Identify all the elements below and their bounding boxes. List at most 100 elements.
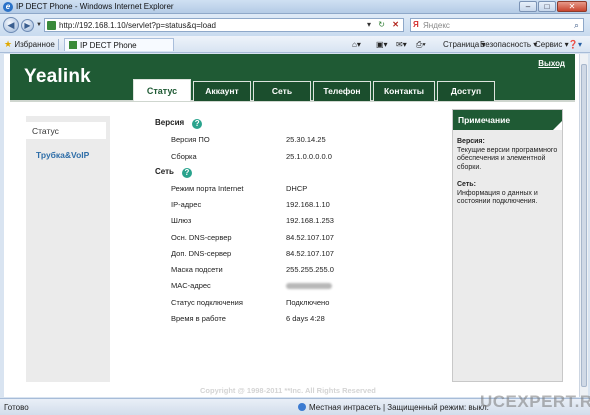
copyright-text: Copyright @ 1998-2011 **Inc. All Rights … <box>200 386 376 395</box>
note-body: Версия: Текущие версии программного обес… <box>457 138 561 207</box>
refresh-icon[interactable]: ↻ <box>378 20 385 29</box>
uptime-label: Время в работе <box>171 314 226 323</box>
star-icon: ★ <box>4 39 13 49</box>
help-icon[interactable]: ? <box>181 168 192 178</box>
primary-dns-label: Осн. DNS-сервер <box>171 233 232 242</box>
tab-account[interactable]: Аккаунт <box>193 81 251 101</box>
port-mode-label: Режим порта Internet <box>171 184 244 193</box>
window-controls: – □ ✕ <box>519 1 587 12</box>
tools-menu-label: Сервис <box>535 40 563 49</box>
close-icon[interactable]: ✕ <box>557 1 587 12</box>
ip-address-label: IP-адрес <box>171 200 202 209</box>
page-favicon-icon <box>47 21 56 30</box>
redacted-mac <box>286 283 332 290</box>
yealink-header: Yealink Выход Статус Аккаунт Сеть Телефо… <box>10 54 575 102</box>
vertical-scrollbar[interactable] <box>579 54 588 397</box>
scrollbar-thumb[interactable] <box>581 64 587 387</box>
separator <box>58 39 59 50</box>
tab-contacts[interactable]: Контакты <box>373 81 435 101</box>
security-zone-text: Местная интрасеть | Защищенный режим: вы… <box>309 403 489 412</box>
mac-address-label: MAC-адрес <box>171 281 211 290</box>
address-toolbar: ◀ ▶ ▼ http://192.168.1.10/servlet?p=stat… <box>0 14 590 36</box>
ie-logo-icon: e <box>3 2 13 12</box>
window-title: IP DECT Phone - Windows Internet Explore… <box>16 2 174 11</box>
forward-button[interactable]: ▶ <box>21 19 34 32</box>
print-icon[interactable]: ⎙▾ <box>416 40 426 50</box>
favorites-bar: ★ Избранное IP DECT Phone ⌂▾ ▣▾ ✉▾ ⎙▾ Ст… <box>0 36 590 53</box>
network-section-title: Сеть? <box>155 167 192 178</box>
help-icon[interactable]: ❓▾ <box>568 40 582 49</box>
tab-status[interactable]: Статус <box>133 79 191 101</box>
favorites-label: Избранное <box>14 40 55 49</box>
build-label: Сборка <box>171 152 197 161</box>
connection-status-value: Подключено <box>286 298 330 307</box>
build-value: 25.1.0.0.0.0.0 <box>286 152 332 161</box>
globe-icon <box>298 403 306 411</box>
tools-menu-button[interactable]: Сервис ▾ <box>535 40 569 49</box>
forward-arrow-icon: ▶ <box>24 21 31 30</box>
status-content: Версия? Версия ПО 25.30.14.25 Сборка 25.… <box>144 116 444 386</box>
favorites-button[interactable]: ★ Избранное <box>4 39 55 50</box>
help-icon[interactable]: ? <box>192 119 203 129</box>
gateway-label: Шлюз <box>171 216 192 225</box>
address-bar[interactable]: http://192.168.1.10/servlet?p=status&q=l… <box>44 18 404 32</box>
left-sidebar: Статус Трубка&VoIP <box>26 116 110 382</box>
security-zone[interactable]: Местная интрасеть | Защищенный режим: вы… <box>298 403 489 412</box>
yandex-logo-icon: Я <box>413 20 419 29</box>
minimize-icon[interactable]: – <box>519 1 537 12</box>
tab-access[interactable]: Доступ <box>437 81 495 101</box>
search-icon[interactable]: ⌕ <box>574 20 579 31</box>
mail-icon[interactable]: ✉▾ <box>396 40 407 49</box>
search-box[interactable]: Я Яндекс ⌕ <box>410 18 584 32</box>
page-menu-label: Страница <box>443 40 480 49</box>
logout-link[interactable]: Выход <box>538 59 565 68</box>
subnet-mask-label: Маска подсети <box>171 265 223 274</box>
version-title-text: Версия <box>155 118 185 127</box>
sidebar-item-status[interactable]: Статус <box>26 122 106 139</box>
port-mode-value: DHCP <box>286 184 308 193</box>
feeds-icon[interactable]: ▣▾ <box>376 40 388 49</box>
address-url[interactable]: http://192.168.1.10/servlet?p=status&q=l… <box>59 21 216 30</box>
window-title-bar: e IP DECT Phone - Windows Internet Explo… <box>0 0 590 14</box>
back-arrow-icon: ◀ <box>7 20 15 30</box>
note-panel: Примечание Версия: Текущие версии програ… <box>452 109 563 382</box>
search-placeholder[interactable]: Яндекс <box>423 21 450 30</box>
gateway-value: 192.168.1.253 <box>286 216 334 225</box>
subnet-mask-value: 255.255.255.0 <box>286 265 334 274</box>
uptime-value: 6 days 4:28 <box>286 314 325 323</box>
watermark: UCEXPERT.RU <box>480 392 590 411</box>
ip-address-value: 192.168.1.10 <box>286 200 330 209</box>
stop-icon[interactable]: ✕ <box>392 20 399 29</box>
secondary-dns-label: Доп. DNS-сервер <box>171 249 232 258</box>
browser-tab[interactable]: IP DECT Phone <box>64 38 174 51</box>
home-icon[interactable]: ⌂▾ <box>352 40 361 49</box>
note-header: Примечание <box>453 110 562 130</box>
safety-menu-button[interactable]: Безопасность ▾ <box>480 40 537 49</box>
note-title: Примечание <box>458 115 511 125</box>
maximize-icon[interactable]: □ <box>538 1 556 12</box>
secondary-dns-value: 84.52.107.107 <box>286 249 334 258</box>
firmware-value: 25.30.14.25 <box>286 135 326 144</box>
tab-network[interactable]: Сеть <box>253 81 311 101</box>
history-dropdown-icon[interactable]: ▼ <box>36 22 42 28</box>
status-text: Готово <box>4 403 29 412</box>
firmware-label: Версия ПО <box>171 135 210 144</box>
tab-favicon-icon <box>69 41 77 49</box>
tab-phone[interactable]: Телефон <box>313 81 371 101</box>
mac-address-value-blurred <box>286 281 332 290</box>
note-network-title: Сеть: <box>457 181 476 188</box>
connection-status-label: Статус подключения <box>171 298 243 307</box>
back-button[interactable]: ◀ <box>3 17 19 33</box>
address-dropdown-icon[interactable]: ▾ <box>367 20 371 29</box>
sidebar-item-handset-voip[interactable]: Трубка&VoIP <box>36 150 89 160</box>
corner-fold-icon <box>553 121 562 130</box>
version-section-title: Версия? <box>155 118 203 129</box>
browser-tab-title: IP DECT Phone <box>80 41 137 50</box>
page-viewport: Yealink Выход Статус Аккаунт Сеть Телефо… <box>4 54 579 397</box>
network-title-text: Сеть <box>155 167 174 176</box>
main-tabs: Статус Аккаунт Сеть Телефон Контакты Дос… <box>133 79 495 101</box>
note-network-text: Информация о данных и состоянии подключе… <box>457 189 538 206</box>
primary-dns-value: 84.52.107.107 <box>286 233 334 242</box>
note-version-title: Версия: <box>457 138 485 145</box>
note-version-text: Текущие версии программного обеспечения … <box>457 146 558 171</box>
